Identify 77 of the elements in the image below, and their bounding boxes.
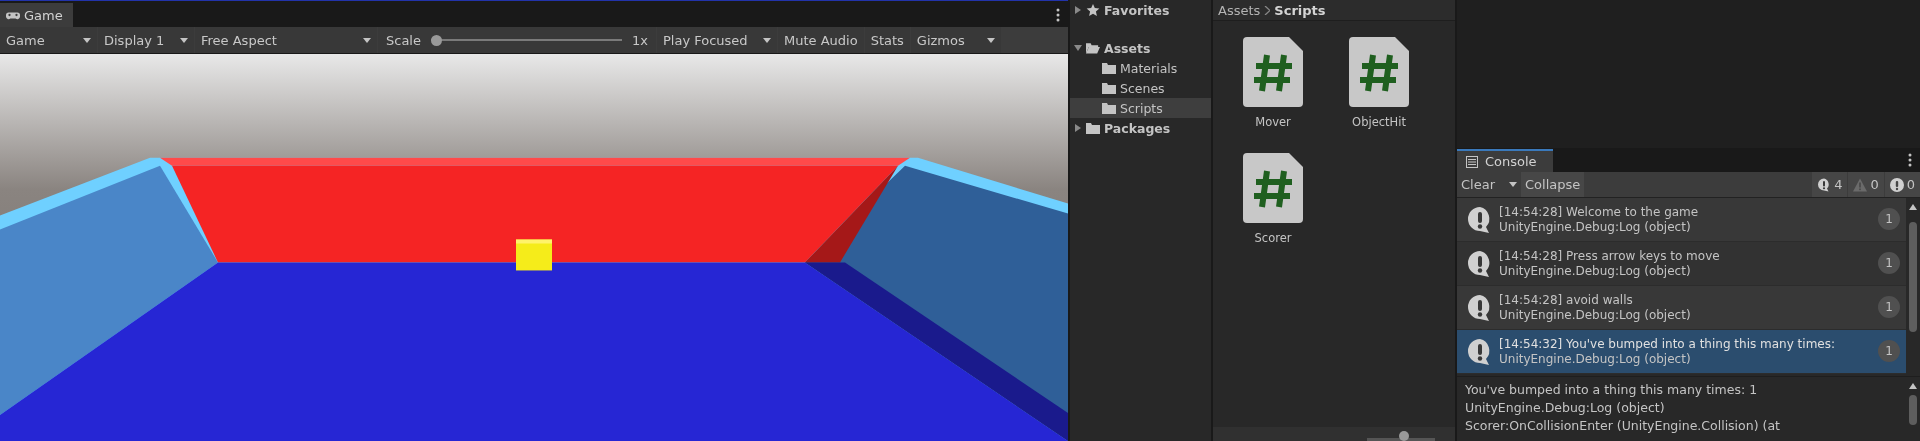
caret-icon (986, 37, 995, 43)
count-badge: 1 (1878, 208, 1900, 230)
tree-item[interactable]: Materials (1070, 58, 1211, 78)
breadcrumb-item[interactable]: Assets (1218, 2, 1261, 18)
asset-name[interactable]: Mover (1255, 115, 1291, 129)
caret-icon (763, 37, 771, 43)
log-message: [14:54:32] You've bumped into a thing this many times: (1499, 336, 1836, 352)
slider-thumb[interactable] (1399, 431, 1410, 441)
filter-toggle[interactable]: 0 (1848, 172, 1884, 197)
caret-icon (83, 37, 91, 43)
script-file-icon[interactable] (1243, 153, 1303, 223)
chevron-icon (1264, 5, 1271, 15)
filter-toggle[interactable]: 4 (1812, 172, 1848, 197)
count-badge: 1 (1878, 296, 1900, 318)
caret-icon (180, 37, 188, 43)
slider-value: 1x (632, 32, 648, 48)
count-badge: 1 (1878, 252, 1900, 274)
slider-thumb[interactable] (431, 34, 442, 46)
log-source: UnityEngine.Debug:Log (object) (1499, 351, 1691, 367)
warning-icon (1853, 177, 1868, 192)
scroll-thumb[interactable] (1909, 395, 1917, 425)
caret-icon (363, 37, 371, 43)
asset-name[interactable]: Scorer (1254, 231, 1292, 245)
count-badge: 1 (1878, 340, 1900, 362)
log-source: UnityEngine.Debug:Log (object) (1499, 263, 1691, 279)
dropdown[interactable]: Game (0, 27, 97, 53)
log-entry[interactable]: [14:54:28] avoid walls UnityEngine.Debug:Log (object) 1 (1457, 286, 1906, 330)
slider-label: Scale (386, 32, 421, 48)
toggle-button[interactable]: Mute Audio (778, 27, 864, 53)
log-source: UnityEngine.Debug:Log (object) (1499, 307, 1691, 323)
expand-arrow-icon[interactable] (1074, 6, 1082, 14)
gamepad-icon (6, 9, 20, 21)
console-icon (1465, 155, 1479, 168)
star-icon (1086, 4, 1100, 16)
dropdown[interactable]: Free Aspect (195, 27, 377, 53)
folder-icon (1086, 122, 1100, 134)
stack-trace-line: UnityEngine.Debug:Log (object) (1465, 399, 1666, 417)
log-entry[interactable]: [14:54:28] Welcome to the game UnityEngine.Debug:Log (object) 1 (1457, 198, 1906, 242)
tree-item[interactable]: Scripts (1070, 98, 1211, 118)
scroll-up-icon[interactable] (1909, 383, 1917, 389)
tree-item[interactable]: Packages (1070, 118, 1211, 138)
expand-arrow-icon[interactable] (1074, 44, 1082, 52)
log-entry[interactable]: [14:54:28] Press arrow keys to move UnityEngine.Debug:Log (object) 1 (1457, 242, 1906, 286)
stack-trace-line: You've bumped into a thing this many times: 1 (1465, 381, 1759, 399)
dropdown[interactable]: Play Focused (657, 27, 777, 53)
game-tab[interactable]: Game (0, 3, 73, 27)
log-message: [14:54:28] Press arrow keys to move (1499, 248, 1720, 264)
toggle-button[interactable]: Stats (864, 27, 910, 53)
log-message: [14:54:28] Welcome to the game (1499, 204, 1699, 220)
dropdown[interactable]: Display 1 (98, 27, 194, 53)
info-icon (1817, 177, 1832, 192)
tree-item[interactable]: Assets (1070, 38, 1211, 58)
scroll-up-icon[interactable] (1909, 204, 1917, 210)
collapse-button[interactable]: Collapse (1521, 172, 1585, 197)
tree-item[interactable]: Favorites (1070, 0, 1211, 20)
breadcrumb-item[interactable]: Scripts (1274, 2, 1326, 18)
scroll-thumb[interactable] (1909, 222, 1917, 332)
dropdown[interactable]: Gizmos (910, 27, 1001, 53)
folder-icon (1086, 42, 1100, 54)
script-file-icon[interactable] (1349, 37, 1409, 107)
log-message: [14:54:28] avoid walls (1499, 292, 1633, 308)
log-entry[interactable]: [14:54:32] You've bumped into a thing this many times: UnityEngine.Debug:Log (object) 1 (1457, 330, 1906, 374)
error-icon (1889, 177, 1904, 192)
script-file-icon[interactable] (1243, 37, 1303, 107)
log-source: UnityEngine.Debug:Log (object) (1499, 219, 1691, 235)
console-tab[interactable]: Console (1457, 149, 1553, 172)
filter-toggle[interactable]: 0 (1884, 172, 1920, 197)
asset-name[interactable]: ObjectHit (1352, 115, 1406, 129)
stack-trace-line: Scorer:OnCollisionEnter (UnityEngine.Collision) (at (1465, 417, 1781, 435)
folder-icon (1102, 102, 1116, 114)
more-options-icon[interactable] (1908, 153, 1912, 167)
folder-icon (1102, 82, 1116, 94)
caret-icon (1509, 182, 1517, 187)
expand-arrow-icon[interactable] (1074, 124, 1082, 132)
tree-item[interactable]: Scenes (1070, 78, 1211, 98)
folder-icon (1102, 62, 1116, 74)
more-options-icon[interactable] (1056, 8, 1060, 22)
